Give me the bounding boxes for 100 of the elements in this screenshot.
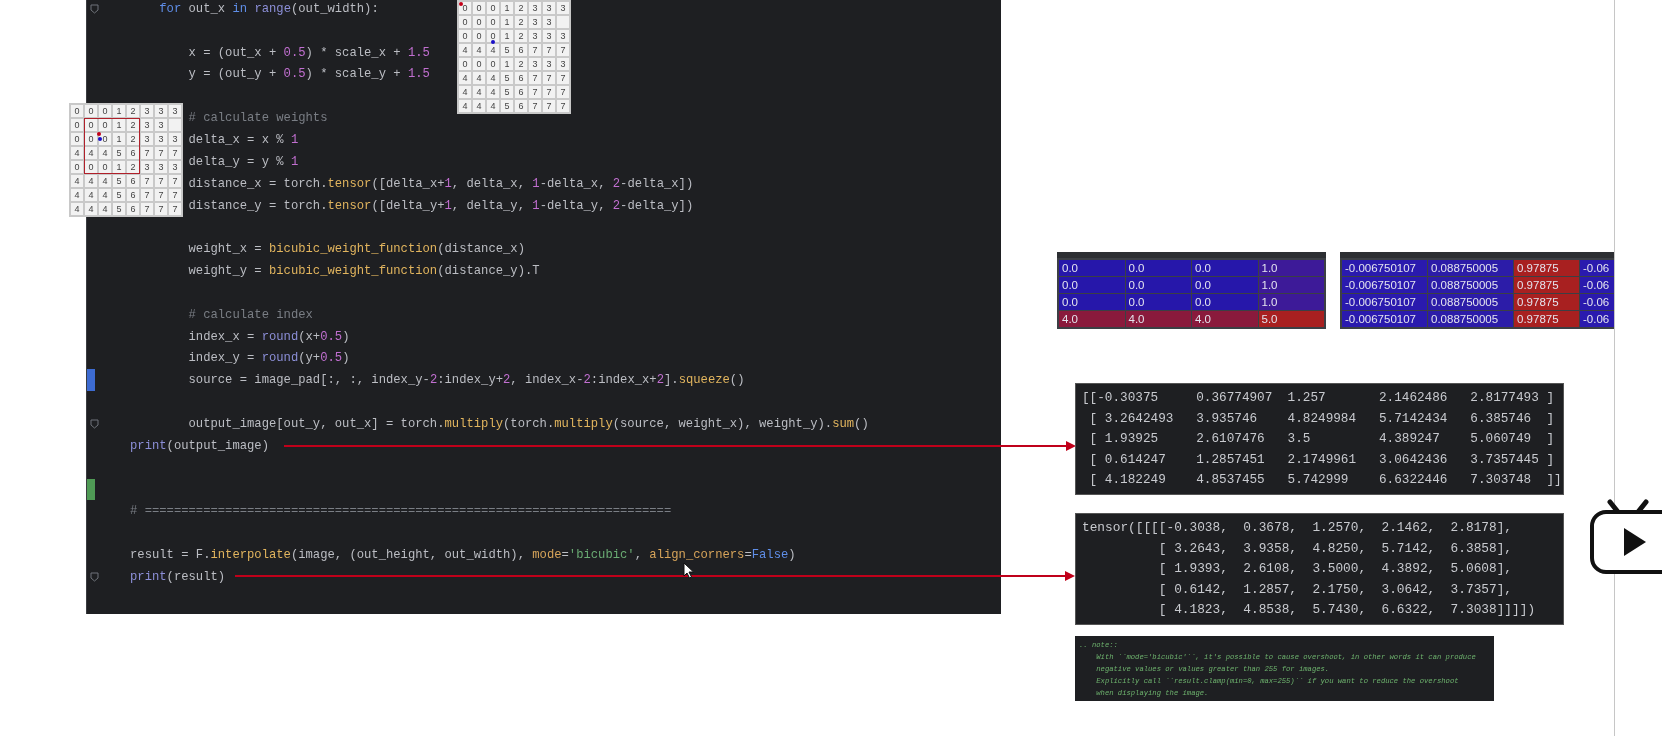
- grid-cell: 3: [168, 104, 182, 118]
- grid-cell: 6: [514, 99, 528, 113]
- code-line: # calculate index: [188, 306, 313, 323]
- table-cell: 0.97875: [1514, 294, 1579, 310]
- fold-icon[interactable]: [90, 418, 99, 429]
- grid-cell: 2: [514, 1, 528, 15]
- table-cell: -0.006750107: [1342, 260, 1427, 276]
- grid-cell: 7: [556, 71, 570, 85]
- grid-cell: 0: [458, 57, 472, 71]
- table-cell: -0.06: [1580, 260, 1614, 276]
- grid-cell: 6: [514, 85, 528, 99]
- grid-cell: 3: [556, 57, 570, 71]
- grid-cell: 3: [154, 104, 168, 118]
- grid-cell: 1: [500, 15, 514, 29]
- grid-cell: 7: [528, 99, 542, 113]
- output-line: [ 4.1823, 4.8538, 5.7430, 6.6322, 7.3038]]]]): [1157, 601, 1537, 619]
- grid-cell: 4: [472, 85, 486, 99]
- code-line: weight_x = bicubic_weight_function(distance_x): [188, 241, 525, 258]
- table-cell: 0.97875: [1514, 260, 1579, 276]
- grid-cell: 4: [70, 174, 84, 188]
- grid-cell: 0: [98, 104, 112, 118]
- grid-cell: 7: [168, 146, 182, 160]
- grid-cell: 7: [168, 174, 182, 188]
- grid-cell: 4: [84, 174, 98, 188]
- table-cell: -0.006750107: [1342, 311, 1427, 327]
- grid-cell: 0: [472, 29, 486, 43]
- grid-cell: 7: [140, 188, 154, 202]
- grid-cell: 0: [472, 1, 486, 15]
- grid-cell: 5: [112, 146, 126, 160]
- table-cell: 0.97875: [1514, 311, 1579, 327]
- table-cell: 0.0: [1059, 260, 1125, 276]
- grid-cell: 3: [528, 57, 542, 71]
- grid-cell: 0: [70, 104, 84, 118]
- grid-cell: 0: [472, 15, 486, 29]
- code-line: y = (out_y + 0.5) * scale_y + 1.5: [188, 66, 430, 83]
- code-line: for out_x in range(out_width):: [159, 0, 379, 17]
- table-cell: 0.0: [1192, 294, 1258, 310]
- grid-cell: 3: [528, 15, 542, 29]
- grid-cell: 7: [168, 188, 182, 202]
- table-cell: 0.0: [1125, 260, 1191, 276]
- grid-cell: 3: [154, 160, 168, 174]
- output-line: [ 3.2643, 3.9358, 4.8250, 5.7142, 6.3858],: [1157, 539, 1514, 558]
- grid-cell: 4: [70, 146, 84, 160]
- grid-cell: 4: [458, 99, 472, 113]
- table-cell: 1.0: [1258, 294, 1324, 310]
- output-line: [ 0.6142, 1.2857, 2.1750, 3.0642, 3.7357],: [1157, 580, 1514, 599]
- table-cell: 1.0: [1258, 260, 1324, 276]
- grid-cell: 0: [486, 15, 500, 29]
- grid-cell: 3: [168, 132, 182, 146]
- grid-cell: 0: [70, 118, 84, 132]
- code-line: result = F.interpolate(image, (out_height, out_width), mode='bicubic', align_corners=False): [130, 547, 796, 563]
- grid-cell: 0: [472, 57, 486, 71]
- code-line: source = image_pad[:, :, index_y-2:index_y+2, index_x-2:index_x+2].squeeze(): [188, 372, 745, 389]
- grid-cell: 5: [112, 188, 126, 202]
- code-line: output_image[out_y, out_x] = torch.multiply(torch.multiply(source, weight_x), weight_y).sum(): [188, 415, 869, 432]
- grid-cell: 4: [486, 85, 500, 99]
- grid-cell: 0: [70, 132, 84, 146]
- output-line: [[-0.30375 0.36774907 1.257 2.1462486 2.8177493 ]: [1082, 389, 1556, 407]
- fold-icon[interactable]: [90, 571, 99, 582]
- table-cell: 1.0: [1258, 277, 1324, 293]
- grid-cell: 4: [70, 188, 84, 202]
- grid-cell: 7: [528, 85, 542, 99]
- table-cell: 0.0: [1125, 294, 1191, 310]
- grid-cell: 4: [84, 202, 98, 216]
- code-line: index_y = round(y+0.5): [188, 350, 350, 367]
- grid-cell: 4: [70, 202, 84, 216]
- grid-cell: 2: [126, 104, 140, 118]
- fold-icon[interactable]: [90, 3, 99, 14]
- grid-cell: 3: [542, 15, 556, 29]
- grid-cell: 5: [112, 174, 126, 188]
- output-line: tensor([[[[-0.3038, 0.3678, 1.2570, 2.1462, 2.8178],: [1082, 519, 1514, 537]
- tv-play-icon[interactable]: [1588, 496, 1662, 576]
- grid-cell: 7: [542, 43, 556, 57]
- table-cell: -0.06: [1580, 277, 1614, 293]
- code-line: # ========================================================================: [130, 503, 672, 520]
- grid-cell: 3: [140, 104, 154, 118]
- grid-cell: 7: [556, 85, 570, 99]
- code-line: distance_x = torch.tensor([delta_x+1, delta_x, 1-delta_x, 2-delta_x]): [188, 175, 694, 192]
- grid-cell: 3: [154, 118, 168, 132]
- grid-cell: 4: [486, 71, 500, 85]
- grid-cell: 3: [556, 29, 570, 43]
- grid-cell: 3: [542, 1, 556, 15]
- table-cell: -0.06: [1580, 294, 1614, 310]
- grid-cell: 3: [168, 160, 182, 174]
- grid-cell: 0: [458, 15, 472, 29]
- table-cell: 0.088750005: [1428, 294, 1513, 310]
- grid-cell: 1: [500, 29, 514, 43]
- grid-cell: 4: [458, 43, 472, 57]
- grid-cell: 7: [154, 202, 168, 216]
- table-cell: 5.0: [1258, 311, 1324, 327]
- grid-cell: 7: [154, 188, 168, 202]
- code-line: x = (out_x + 0.5) * scale_x + 1.5: [188, 44, 430, 61]
- code-line: delta_y = y % 1: [188, 153, 299, 170]
- grid-cell: 5: [500, 99, 514, 113]
- grid-cell: 3: [542, 29, 556, 43]
- mouse-pointer-icon: [683, 562, 695, 579]
- grid-cell: 5: [500, 43, 514, 57]
- grid-cell: 3: [140, 160, 154, 174]
- grid-cell: 7: [542, 71, 556, 85]
- table-cell: 4.0: [1125, 311, 1191, 327]
